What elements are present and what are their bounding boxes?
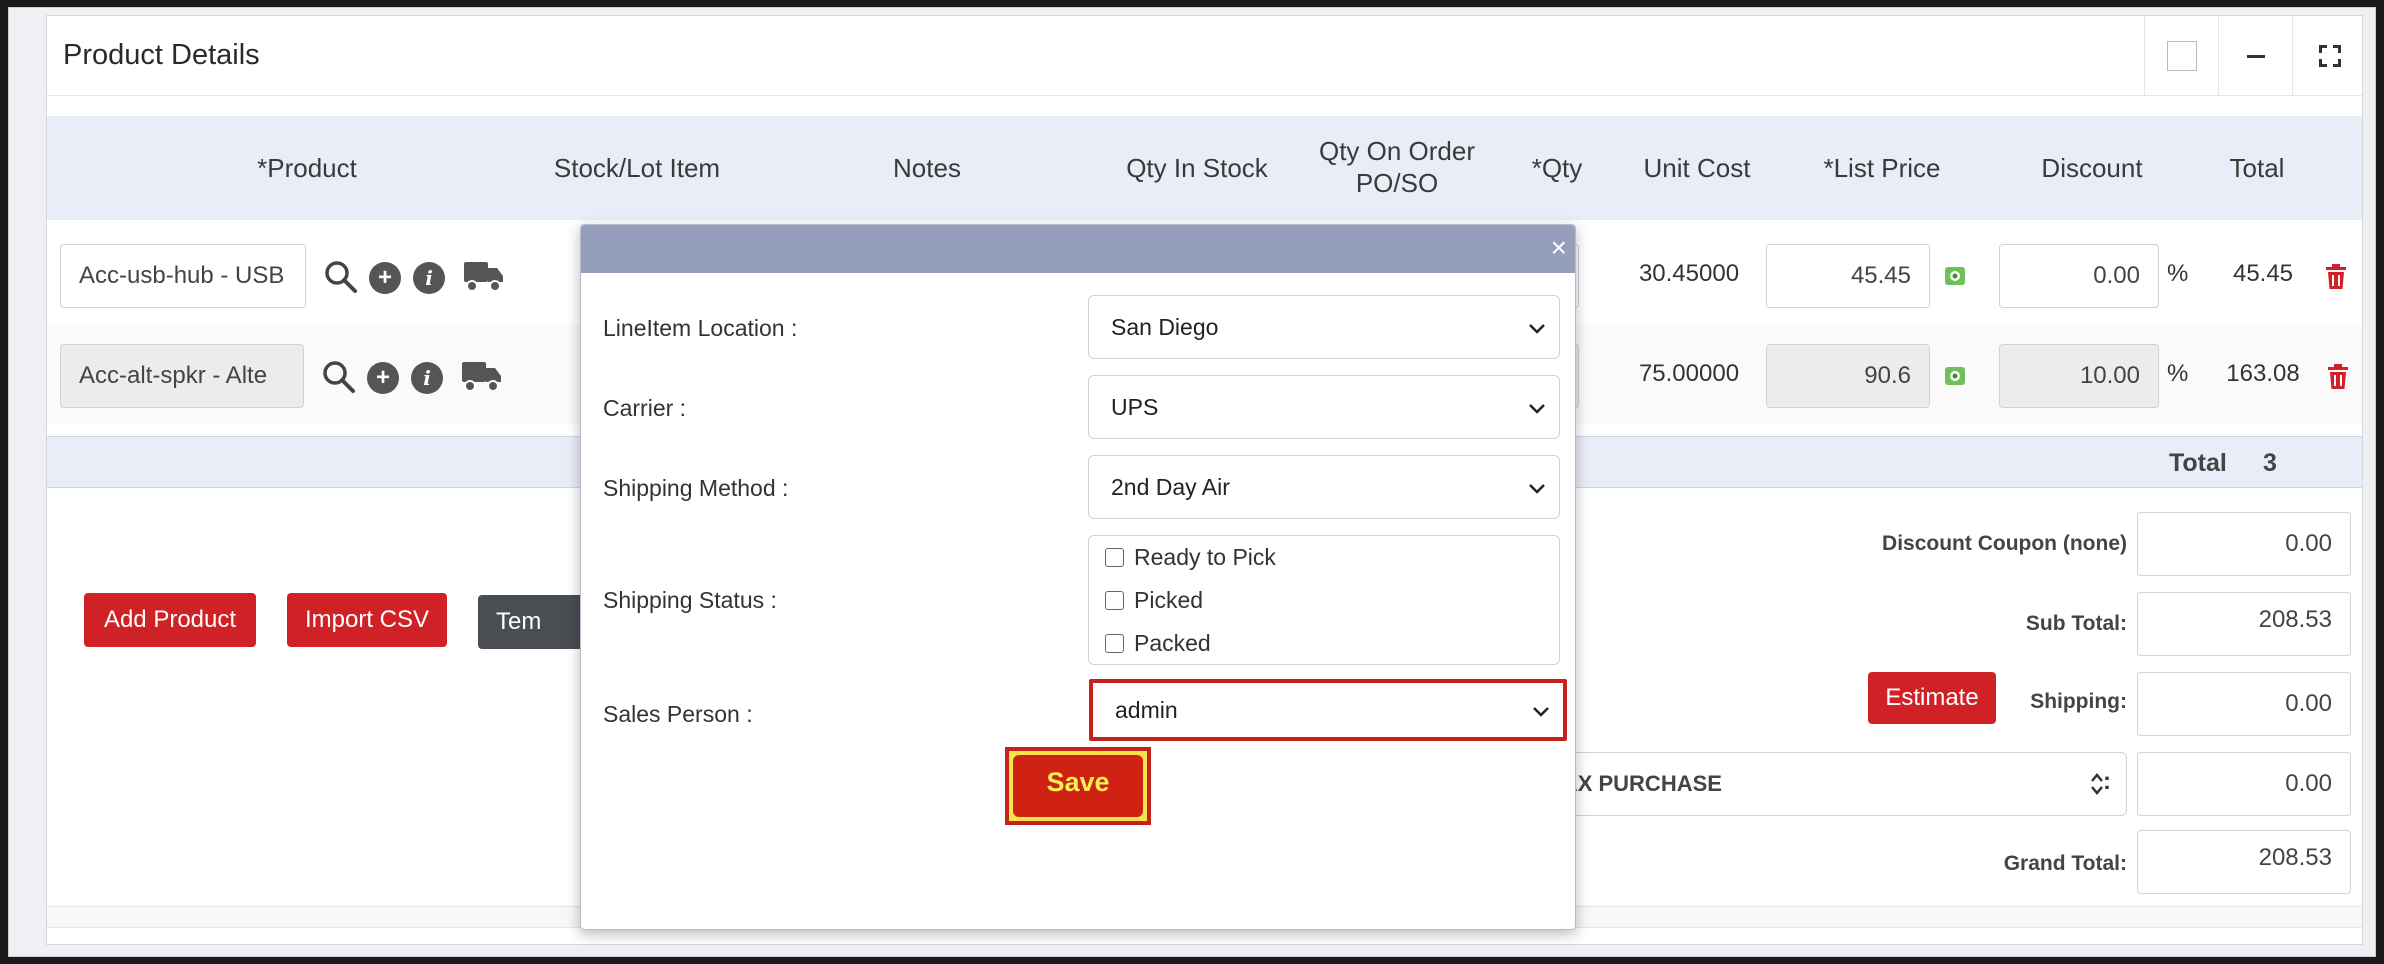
row-total: 45.45	[2232, 260, 2294, 287]
unit-cost: 30.45000	[1638, 260, 1740, 287]
trash-icon[interactable]	[2325, 264, 2347, 290]
truck-icon[interactable]	[461, 358, 503, 394]
grand-total-label: Grand Total:	[2003, 852, 2127, 875]
status-option-label: Picked	[1134, 587, 1204, 613]
status-option-label: Ready to Pick	[1134, 544, 1276, 570]
row-total: 163.08	[2226, 360, 2300, 387]
list-price-field[interactable]: 45.45	[1766, 244, 1930, 308]
dialog-header: ×	[581, 225, 1575, 273]
shipping-method-select[interactable]: 2nd Day Air	[1088, 455, 1560, 519]
status-option-packed[interactable]: Packed	[1105, 630, 1211, 657]
subtotal-label: Sub Total:	[2025, 612, 2127, 635]
checkbox[interactable]	[1105, 591, 1124, 610]
save-highlight: Save	[1005, 747, 1151, 825]
add-circle-icon[interactable]: +	[369, 262, 401, 294]
col-list-price: *List Price	[1823, 153, 1941, 183]
line-item-dialog: × LineItem Location : San Diego Carrier …	[580, 224, 1576, 930]
lineitem-location-select[interactable]: San Diego	[1088, 295, 1560, 359]
info-icon[interactable]: i	[413, 262, 445, 294]
col-discount: Discount	[2041, 153, 2143, 183]
search-icon[interactable]	[324, 260, 358, 294]
carrier-label: Carrier :	[603, 395, 687, 421]
col-qty-on-order: Qty On Order	[1318, 136, 1476, 166]
shipping-status-label: Shipping Status :	[603, 587, 777, 613]
percent-sign: %	[2167, 260, 2189, 287]
search-icon[interactable]	[322, 360, 356, 394]
carrier-value: UPS	[1111, 394, 1159, 420]
table-header: *Product Stock/Lot Item Notes Qty In Sto…	[47, 116, 2362, 220]
grand-total-field: 208.53	[2137, 830, 2351, 894]
tax-field[interactable]: 0.00	[2137, 752, 2351, 816]
close-icon[interactable]: ×	[1551, 233, 1567, 263]
minimize-button[interactable]	[2218, 16, 2292, 96]
trash-icon[interactable]	[2327, 364, 2349, 390]
discount-field[interactable]: 0.00	[1999, 244, 2159, 308]
product-field[interactable]: Acc-usb-hub - USB	[60, 244, 306, 308]
product-field[interactable]: Acc-alt-spkr - Alte	[60, 344, 304, 408]
estimate-button[interactable]: Estimate	[1868, 672, 1996, 724]
updown-chevron-icon	[2091, 773, 2103, 795]
checkbox[interactable]	[1105, 634, 1124, 653]
percent-sign: %	[2167, 360, 2189, 387]
sales-person-value: admin	[1115, 697, 1178, 723]
status-option-picked[interactable]: Picked	[1105, 587, 1203, 614]
chevron-down-icon	[1529, 324, 1545, 334]
panel-title: Product Details	[63, 39, 260, 71]
product-details-panel: Product Details *Product Stock/Lot Item …	[46, 15, 2363, 945]
page-background: Product Details *Product Stock/Lot Item …	[8, 7, 2376, 957]
col-stock-lot: Stock/Lot Item	[553, 153, 721, 183]
shipping-method-label: Shipping Method :	[603, 475, 789, 501]
total-qty-value: 3	[2263, 449, 2277, 477]
chevron-down-icon	[1529, 404, 1545, 414]
lineitem-location-label: LineItem Location :	[603, 315, 798, 341]
maximize-button[interactable]	[2292, 16, 2366, 96]
discount-field[interactable]: 10.00	[1999, 344, 2159, 408]
info-icon[interactable]: i	[411, 362, 443, 394]
chevron-down-icon	[1529, 484, 1545, 494]
unit-cost: 75.00000	[1638, 360, 1740, 387]
carrier-select[interactable]: UPS	[1088, 375, 1560, 439]
square-icon	[2166, 41, 2197, 71]
lineitem-location-value: San Diego	[1111, 314, 1219, 340]
shipping-field[interactable]: 0.00	[2137, 672, 2351, 736]
sales-person-select[interactable]: admin	[1089, 679, 1567, 741]
discount-coupon-label: Discount Coupon (none)	[1882, 532, 2127, 555]
total-label: Total	[2169, 449, 2227, 477]
list-price-field[interactable]: 90.6	[1766, 344, 1930, 408]
import-csv-button[interactable]: Import CSV	[287, 593, 447, 647]
price-book-icon[interactable]	[1943, 364, 1967, 388]
shipping-label: Shipping:	[2030, 690, 2127, 713]
save-button[interactable]: Save	[1013, 755, 1143, 817]
status-option-label: Packed	[1134, 630, 1211, 656]
subtotal-field: 208.53	[2137, 592, 2351, 656]
tax-colon: :	[2103, 768, 2111, 795]
col-unit-cost: Unit Cost	[1643, 153, 1751, 183]
shipping-status-group: Ready to Pick Picked Packed	[1088, 535, 1560, 665]
expand-icon	[2318, 45, 2341, 67]
chevron-down-icon	[1533, 707, 1549, 717]
discount-coupon-field[interactable]: 0.00	[2137, 512, 2351, 576]
col-product: *Product	[257, 153, 357, 183]
sales-person-label: Sales Person :	[603, 701, 753, 727]
col-qty: *Qty	[1531, 153, 1583, 183]
col-qty-on-order-sub: PO/SO	[1355, 168, 1439, 198]
minus-icon	[2246, 54, 2265, 58]
checkbox[interactable]	[1105, 548, 1124, 567]
add-circle-icon[interactable]: +	[367, 362, 399, 394]
col-total: Total	[2229, 153, 2285, 183]
price-book-icon[interactable]	[1943, 264, 1967, 288]
truck-icon[interactable]	[463, 258, 505, 294]
shipping-method-value: 2nd Day Air	[1111, 474, 1230, 500]
add-product-button[interactable]: Add Product	[84, 593, 256, 647]
col-notes: Notes	[893, 153, 961, 183]
status-option-ready[interactable]: Ready to Pick	[1105, 544, 1276, 571]
tax-select[interactable]: TAX PURCHASE	[1487, 752, 2127, 816]
panel-header: Product Details	[47, 16, 2362, 96]
panel-toggle-button[interactable]	[2144, 16, 2218, 96]
col-qty-in-stock: Qty In Stock	[1126, 153, 1268, 183]
